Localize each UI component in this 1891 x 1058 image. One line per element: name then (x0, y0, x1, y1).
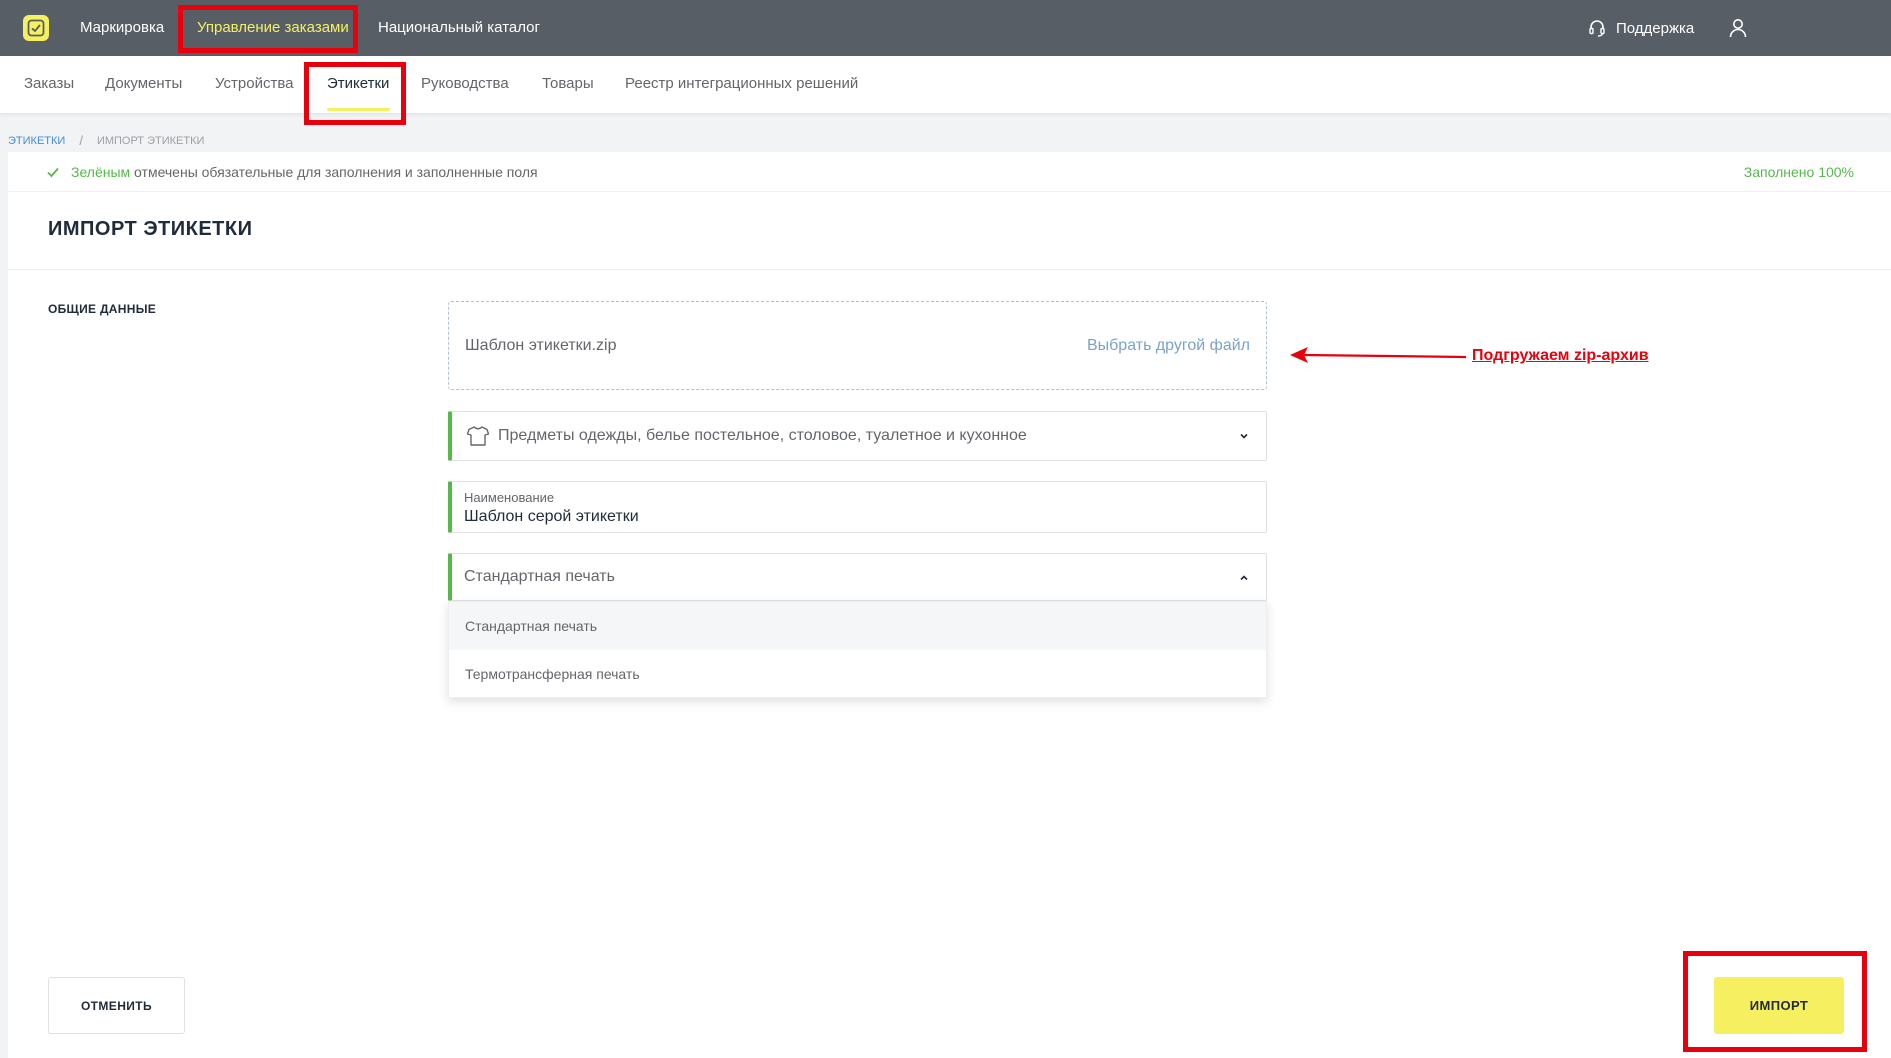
main-card: Зелёным отмечены обязательные для заполн… (8, 152, 1891, 1058)
chevron-down-icon (1240, 433, 1248, 439)
name-field-value[interactable]: Шаблон серой этикетки (464, 508, 639, 526)
name-field-label: Наименование (464, 490, 555, 505)
breadcrumb-separator: / (79, 133, 83, 148)
file-upload-zone[interactable]: Шаблон этикетки.zip Выбрать другой файл (448, 301, 1267, 390)
tab-integration-registry[interactable]: Реестр интеграционных решений (625, 56, 858, 113)
breadcrumb-labels-link[interactable]: ЭТИКЕТКИ (8, 135, 65, 147)
topnav-marking[interactable]: Маркировка (80, 0, 164, 56)
info-text: Зелёным отмечены обязательные для заполн… (71, 164, 538, 180)
chevron-up-icon (1240, 575, 1248, 581)
info-green-word: Зелёным (71, 164, 131, 180)
title-area: ИМПОРТ ЭТИКЕТКИ (8, 192, 1891, 270)
support-label: Поддержка (1616, 19, 1695, 37)
cancel-button[interactable]: ОТМЕНИТЬ (48, 977, 185, 1034)
dropdown-option-thermal-transfer[interactable]: Термотрансферная печать (449, 650, 1266, 698)
print-type-dropdown: Стандартная печать Термотрансферная печа… (448, 601, 1267, 698)
topnav-national-catalog[interactable]: Национальный каталог (378, 0, 540, 56)
check-icon (47, 167, 59, 178)
print-type-select[interactable]: Стандартная печать (448, 553, 1267, 601)
annotation-text: Подгружаем zip-архив (1472, 347, 1649, 364)
info-bar: Зелёным отмечены обязательные для заполн… (8, 152, 1891, 192)
dropdown-option-standard[interactable]: Стандартная печать (449, 602, 1266, 650)
breadcrumb-current: ИМПОРТ ЭТИКЕТКИ (96, 134, 205, 147)
tab-documents[interactable]: Документы (105, 56, 182, 113)
tab-guides[interactable]: Руководства (421, 56, 509, 113)
support-link[interactable]: Поддержка (1588, 0, 1694, 56)
info-description: отмечены обязательные для заполнения и з… (134, 164, 538, 180)
tab-labels[interactable]: Этикетки (327, 56, 389, 113)
choose-other-file-link[interactable]: Выбрать другой файл (1087, 337, 1250, 355)
sub-nav: Заказы Документы Устройства Этикетки Рук… (0, 56, 1891, 113)
fill-progress: Заполнено 100% (1743, 164, 1854, 180)
active-tab-indicator (327, 108, 390, 111)
tab-devices[interactable]: Устройства (215, 56, 293, 113)
shirt-icon (466, 426, 490, 446)
category-select[interactable]: Предметы одежды, белье постельное, столо… (448, 411, 1267, 461)
annotation-arrow-icon (1290, 347, 1467, 363)
print-type-value: Стандартная печать (464, 568, 615, 585)
import-button[interactable]: ИМПОРТ (1714, 977, 1844, 1034)
file-name: Шаблон этикетки.zip (465, 337, 617, 354)
app-logo-icon[interactable] (23, 15, 49, 41)
name-field[interactable]: Наименование Шаблон серой этикетки (448, 481, 1267, 533)
tab-products[interactable]: Товары (542, 56, 594, 113)
breadcrumb: ЭТИКЕТКИ / ИМПОРТ ЭТИКЕТКИ (8, 133, 204, 148)
tab-orders[interactable]: Заказы (24, 56, 74, 113)
topnav-order-management[interactable]: Управление заказами (197, 0, 349, 56)
user-icon[interactable] (1727, 17, 1749, 39)
section-label: ОБЩИЕ ДАННЫЕ (48, 302, 157, 316)
page-title: ИМПОРТ ЭТИКЕТКИ (48, 218, 253, 240)
top-bar: Маркировка Управление заказами Националь… (0, 0, 1891, 56)
category-value: Предметы одежды, белье постельное, столо… (498, 427, 1027, 444)
headset-icon (1589, 20, 1605, 37)
